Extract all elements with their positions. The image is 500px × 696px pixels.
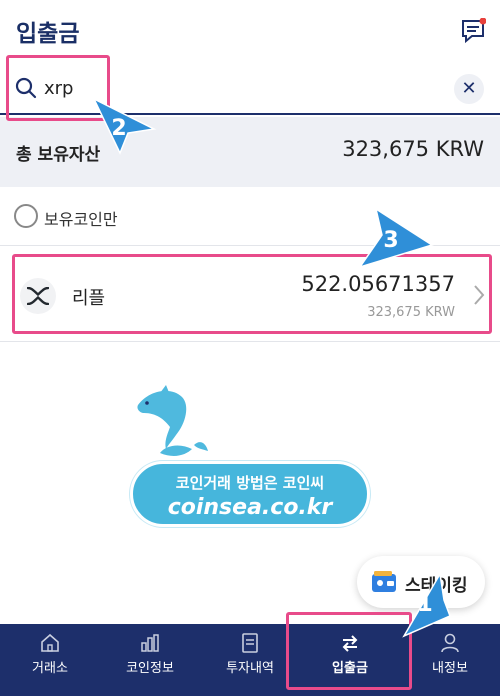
tab-label: 코인정보 <box>126 661 174 676</box>
coin-krw-value: 323,675 KRW <box>367 305 455 320</box>
chat-icon[interactable] <box>460 18 486 44</box>
page-title: 입출금 <box>16 21 80 47</box>
coin-amount: 522.05671357 <box>301 272 455 296</box>
tab-label: 내정보 <box>432 661 468 676</box>
tab-exchange[interactable]: 거래소 <box>0 624 100 696</box>
coin-name: 리플 <box>72 288 106 309</box>
chart-icon <box>141 634 159 652</box>
transfer-icon <box>342 635 358 652</box>
promo-line1: 코인거래 방법은 코인씨 <box>175 474 325 492</box>
tab-label: 입출금 <box>332 661 368 676</box>
tab-deposit-withdraw[interactable]: 입출금 <box>300 624 400 696</box>
promo-line2: coinsea.co.kr <box>167 495 333 520</box>
step-badge-3: 3 <box>383 228 399 253</box>
dolphin-icon <box>137 385 208 456</box>
owned-coins-label: 보유코인만 <box>44 210 118 229</box>
step-badge-1: 1 <box>417 592 433 617</box>
tab-coin-info[interactable]: 코인정보 <box>100 624 200 696</box>
tab-label: 거래소 <box>32 661 68 676</box>
chevron-right-icon <box>474 285 485 305</box>
total-assets-summary: 총 보유자산 323,675 KRW <box>0 117 500 187</box>
document-icon <box>242 633 258 653</box>
owned-coins-radio[interactable] <box>14 204 38 228</box>
xrp-logo-icon <box>20 278 56 314</box>
search-bar: ✕ <box>0 60 500 115</box>
tab-label: 투자내역 <box>226 661 274 676</box>
step-badge-2: 2 <box>111 116 127 141</box>
tab-investment-history[interactable]: 투자내역 <box>200 624 300 696</box>
app-header: 입출금 <box>0 0 500 58</box>
search-icon <box>15 77 37 99</box>
home-icon <box>41 633 59 652</box>
total-assets-value: 323,675 KRW <box>342 137 484 161</box>
promo-banner: 코인거래 방법은 코인씨 coinsea.co.kr <box>130 461 370 527</box>
total-assets-label: 총 보유자산 <box>16 145 101 165</box>
promo-watermark: 코인거래 방법은 코인씨 coinsea.co.kr <box>120 383 380 533</box>
close-icon[interactable]: ✕ <box>454 74 484 104</box>
